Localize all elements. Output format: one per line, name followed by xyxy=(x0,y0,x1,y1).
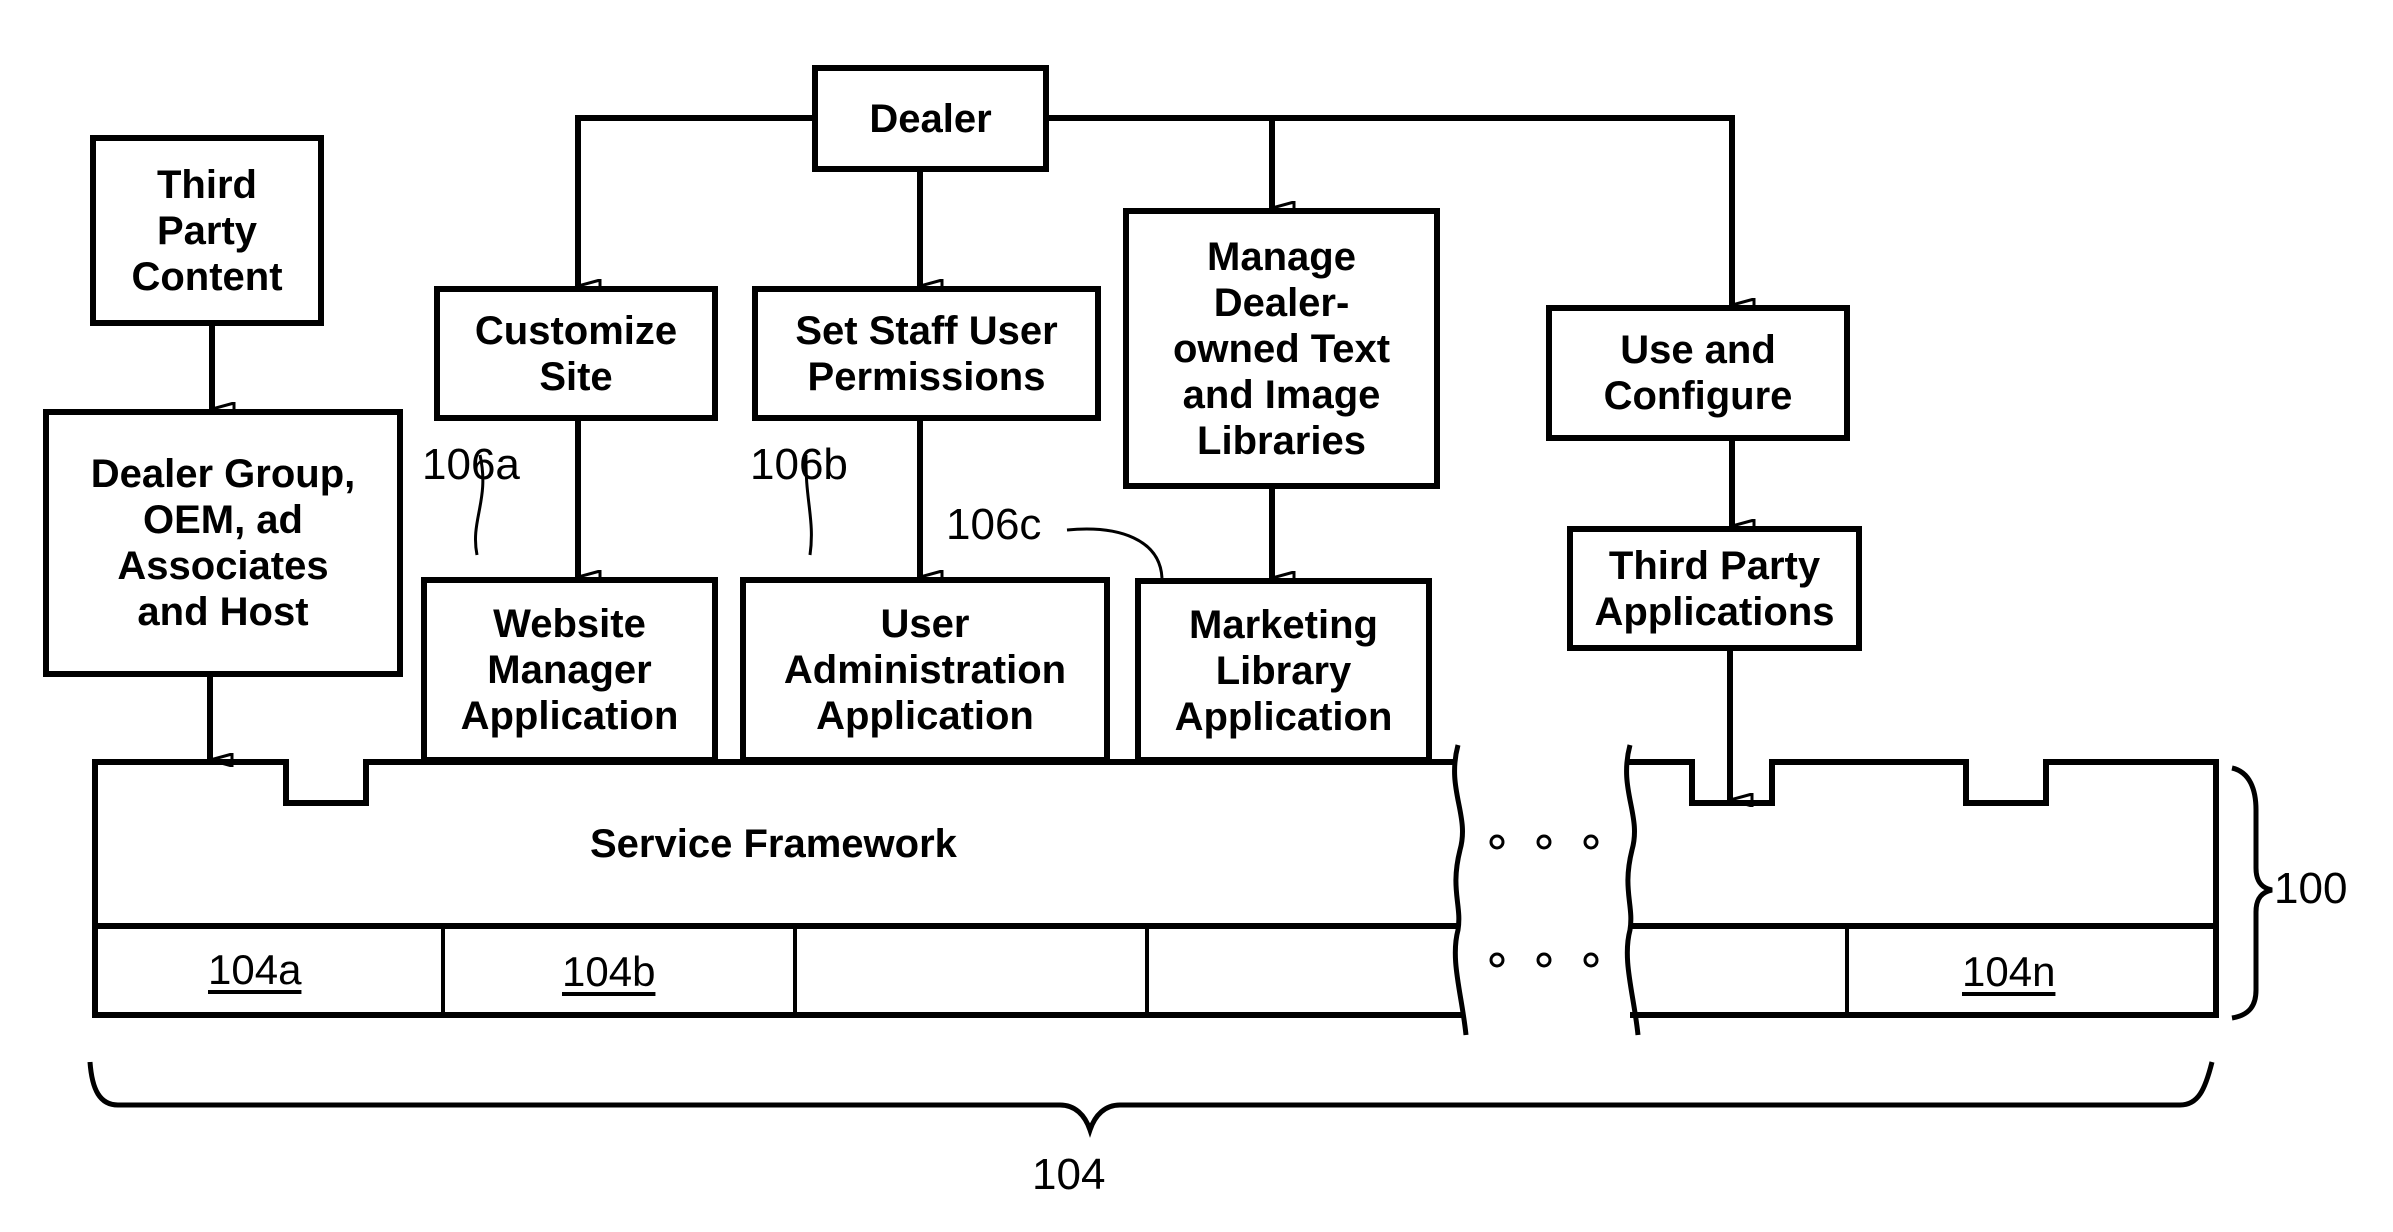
ellipsis-dot xyxy=(1489,952,1505,968)
ref-100: 100 xyxy=(2274,864,2348,913)
service-framework-label: Service Framework xyxy=(590,822,957,866)
use-configure-box: Use and Configure xyxy=(1546,305,1850,441)
break-right-wavy xyxy=(1624,744,1641,1036)
leader-106c xyxy=(1066,527,1164,579)
ellipsis-dot xyxy=(1536,952,1552,968)
third-party-content-box: Third Party Content xyxy=(90,135,324,326)
brace-104 xyxy=(87,1061,2215,1138)
ref-104: 104 xyxy=(1032,1150,1106,1199)
ellipsis-dot xyxy=(1536,834,1552,850)
ellipsis-dot xyxy=(1489,834,1505,850)
ellipsis-dot xyxy=(1583,834,1599,850)
brace-100 xyxy=(2231,765,2273,1021)
cell-104b: 104b xyxy=(562,948,656,995)
break-left-wavy xyxy=(1452,744,1469,1036)
manage-libraries-box: Manage Dealer- owned Text and Image Libr… xyxy=(1123,208,1440,489)
ref-106a: 106a xyxy=(422,440,520,489)
customize-site-box: Customize Site xyxy=(434,286,718,421)
third-party-apps-box: Third Party Applications xyxy=(1567,526,1862,651)
website-manager-box: Website Manager Application xyxy=(421,577,718,763)
set-staff-permissions-box: Set Staff User Permissions xyxy=(752,286,1101,421)
cell-104a: 104a xyxy=(208,946,302,993)
dealer-bus-line xyxy=(575,115,812,286)
ref-106c: 106c xyxy=(946,500,1042,549)
ellipsis-dot xyxy=(1583,952,1599,968)
ref-106b: 106b xyxy=(750,440,848,489)
cell-104n: 104n xyxy=(1962,948,2056,995)
marketing-library-box: Marketing Library Application xyxy=(1135,578,1432,763)
service-framework-right-outline xyxy=(1628,759,2219,1018)
dealer-group-box: Dealer Group, OEM, ad Associates and Hos… xyxy=(43,409,403,677)
dealer-box: Dealer xyxy=(812,65,1049,172)
user-admin-box: User Administration Application xyxy=(740,577,1110,763)
